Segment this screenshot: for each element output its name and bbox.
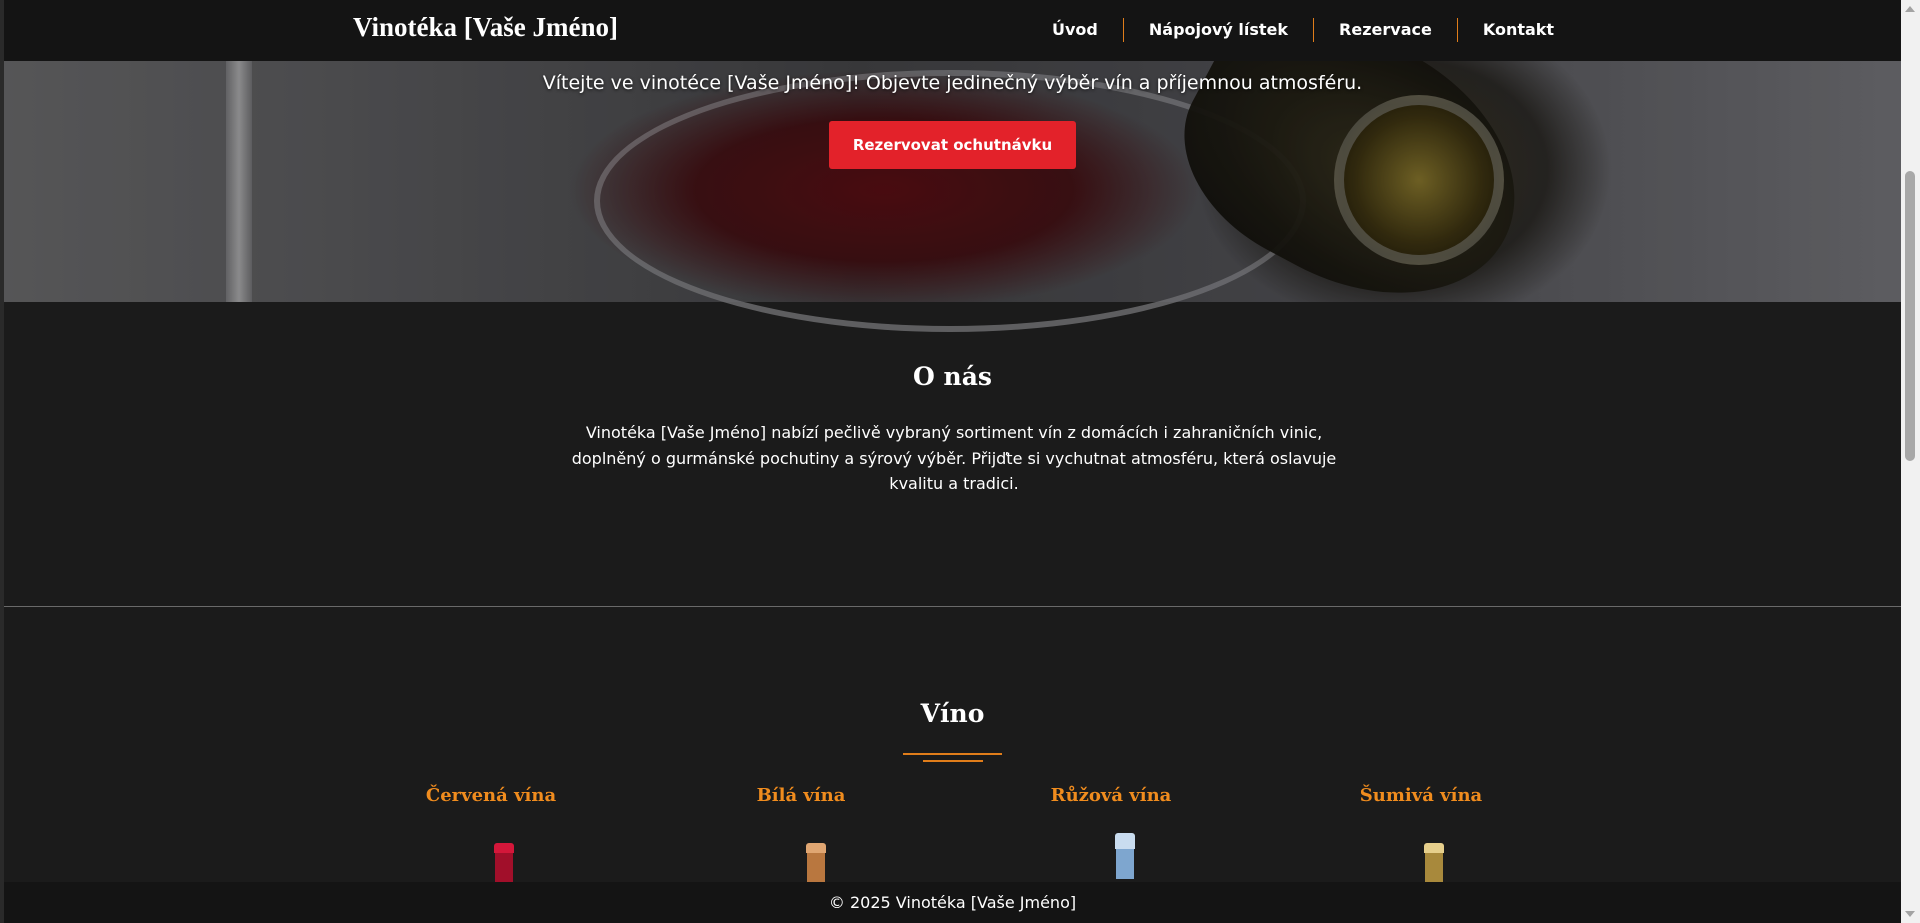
footer-copyright: © 2025 Vinotéka [Vaše Jméno] — [828, 893, 1077, 912]
scroll-up-arrow-icon[interactable] — [1905, 6, 1915, 12]
scroll-down-arrow-icon[interactable] — [1905, 911, 1915, 917]
nav-link-napojovy-listek[interactable]: Nápojový lístek — [1136, 19, 1301, 41]
about-text: Vinotéka [Vaše Jméno] nabízí pečlivě vyb… — [571, 423, 1337, 493]
red-wine-bottle-icon[interactable] — [492, 843, 516, 883]
wines-section: Víno Červená vína Bílá vína Růžová vína … — [4, 607, 1901, 923]
white-wine-bottle-icon[interactable] — [804, 843, 828, 883]
category-sparkling-wines[interactable]: Šumivá vína — [1291, 785, 1551, 806]
rose-wine-bottle-icon[interactable] — [1113, 833, 1137, 883]
page: Vítejte ve vinotéce [Vaše Jméno]! Objevt… — [4, 0, 1901, 923]
title-underline-short — [923, 760, 983, 762]
about-section: O nás Vinotéka [Vaše Jméno] nabízí pečli… — [4, 302, 1901, 606]
category-rose-wines[interactable]: Růžová vína — [981, 785, 1241, 806]
reserve-tasting-button[interactable]: Rezervovat ochutnávku — [829, 121, 1076, 169]
nav-link-rezervace[interactable]: Rezervace — [1326, 19, 1445, 41]
vertical-scrollbar[interactable] — [1901, 0, 1920, 923]
nav-link-uvod[interactable]: Úvod — [1039, 19, 1111, 41]
main-nav: Úvod Nápojový lístek Rezervace Kontakt — [1039, 18, 1567, 42]
footer: © 2025 Vinotéka [Vaše Jméno] — [4, 882, 1901, 923]
scrollbar-thumb[interactable] — [1905, 171, 1915, 461]
hero-tagline: Vítejte ve vinotéce [Vaše Jméno]! Objevt… — [542, 72, 1363, 94]
title-underline — [903, 753, 1002, 755]
nav-separator — [1313, 18, 1315, 42]
nav-separator — [1122, 18, 1124, 42]
sparkling-wine-bottle-icon[interactable] — [1422, 843, 1446, 883]
nav-link-kontakt[interactable]: Kontakt — [1470, 19, 1567, 41]
nav-separator — [1456, 18, 1458, 42]
wines-title: Víno — [920, 699, 985, 728]
brand-logo-text[interactable]: Vinotéka [Vaše Jméno] — [353, 12, 618, 43]
category-white-wines[interactable]: Bílá vína — [671, 785, 931, 806]
about-title: O nás — [913, 362, 992, 391]
navbar: Vinotéka [Vaše Jméno] Úvod Nápojový líst… — [4, 0, 1901, 61]
category-red-wines[interactable]: Červená vína — [361, 785, 621, 806]
